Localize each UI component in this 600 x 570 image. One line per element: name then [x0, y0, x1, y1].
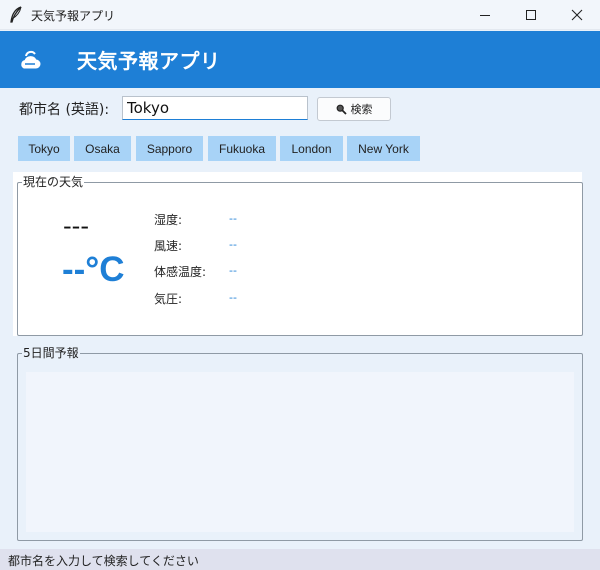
search-button[interactable]: 検索 [317, 97, 391, 121]
app-header: 天気予報アプリ [0, 31, 600, 88]
window-titlebar: 天気予報アプリ [0, 0, 600, 30]
quick-city-osaka[interactable]: Osaka [74, 136, 131, 161]
city-input[interactable] [122, 96, 308, 120]
status-bar: 都市名を入力して検索してください [0, 549, 600, 570]
forecast-panel [26, 372, 574, 532]
wind-speed-label: 風速: [154, 239, 183, 253]
quick-city-label: Osaka [85, 141, 120, 156]
quick-city-label: Sapporo [146, 141, 193, 156]
humidity-value: -- [229, 212, 237, 225]
quick-city-london[interactable]: London [280, 136, 343, 161]
forecast-title: 5日間予報 [22, 346, 80, 360]
maximize-icon [525, 9, 537, 21]
app-title: 天気予報アプリ [77, 49, 221, 73]
current-weather-title: 現在の天気 [22, 175, 85, 189]
feels-like-value: -- [229, 264, 237, 277]
city-label: 都市名 (英語): [19, 102, 110, 118]
quick-city-sapporo[interactable]: Sapporo [136, 136, 203, 161]
quick-city-new-york[interactable]: New York [347, 136, 420, 161]
quick-city-label: Tokyo [28, 141, 60, 156]
magnifier-icon [336, 104, 347, 115]
status-text: 都市名を入力して検索してください [8, 554, 199, 568]
weather-condition: --- [63, 212, 89, 240]
feels-like-label: 体感温度: [154, 265, 207, 279]
minimize-button[interactable] [462, 0, 508, 30]
window-title: 天気予報アプリ [31, 9, 116, 23]
feather-icon [8, 6, 24, 24]
humidity-label: 湿度: [154, 213, 183, 227]
quick-city-tokyo[interactable]: Tokyo [18, 136, 70, 161]
search-button-label: 検索 [350, 103, 373, 116]
wind-speed-value: -- [229, 238, 237, 251]
pressure-label: 気圧: [154, 292, 183, 306]
quick-city-label: Fukuoka [218, 141, 266, 156]
quick-city-label: London [291, 141, 332, 156]
minimize-icon [479, 9, 491, 21]
close-button[interactable] [554, 0, 600, 30]
quick-city-fukuoka[interactable]: Fukuoka [208, 136, 276, 161]
current-temperature: --°C [62, 250, 125, 289]
quick-city-label: New York [358, 141, 409, 156]
close-icon [571, 9, 583, 21]
maximize-button[interactable] [508, 0, 554, 30]
pressure-value: -- [229, 291, 237, 304]
cloud-sun-icon [17, 49, 43, 71]
